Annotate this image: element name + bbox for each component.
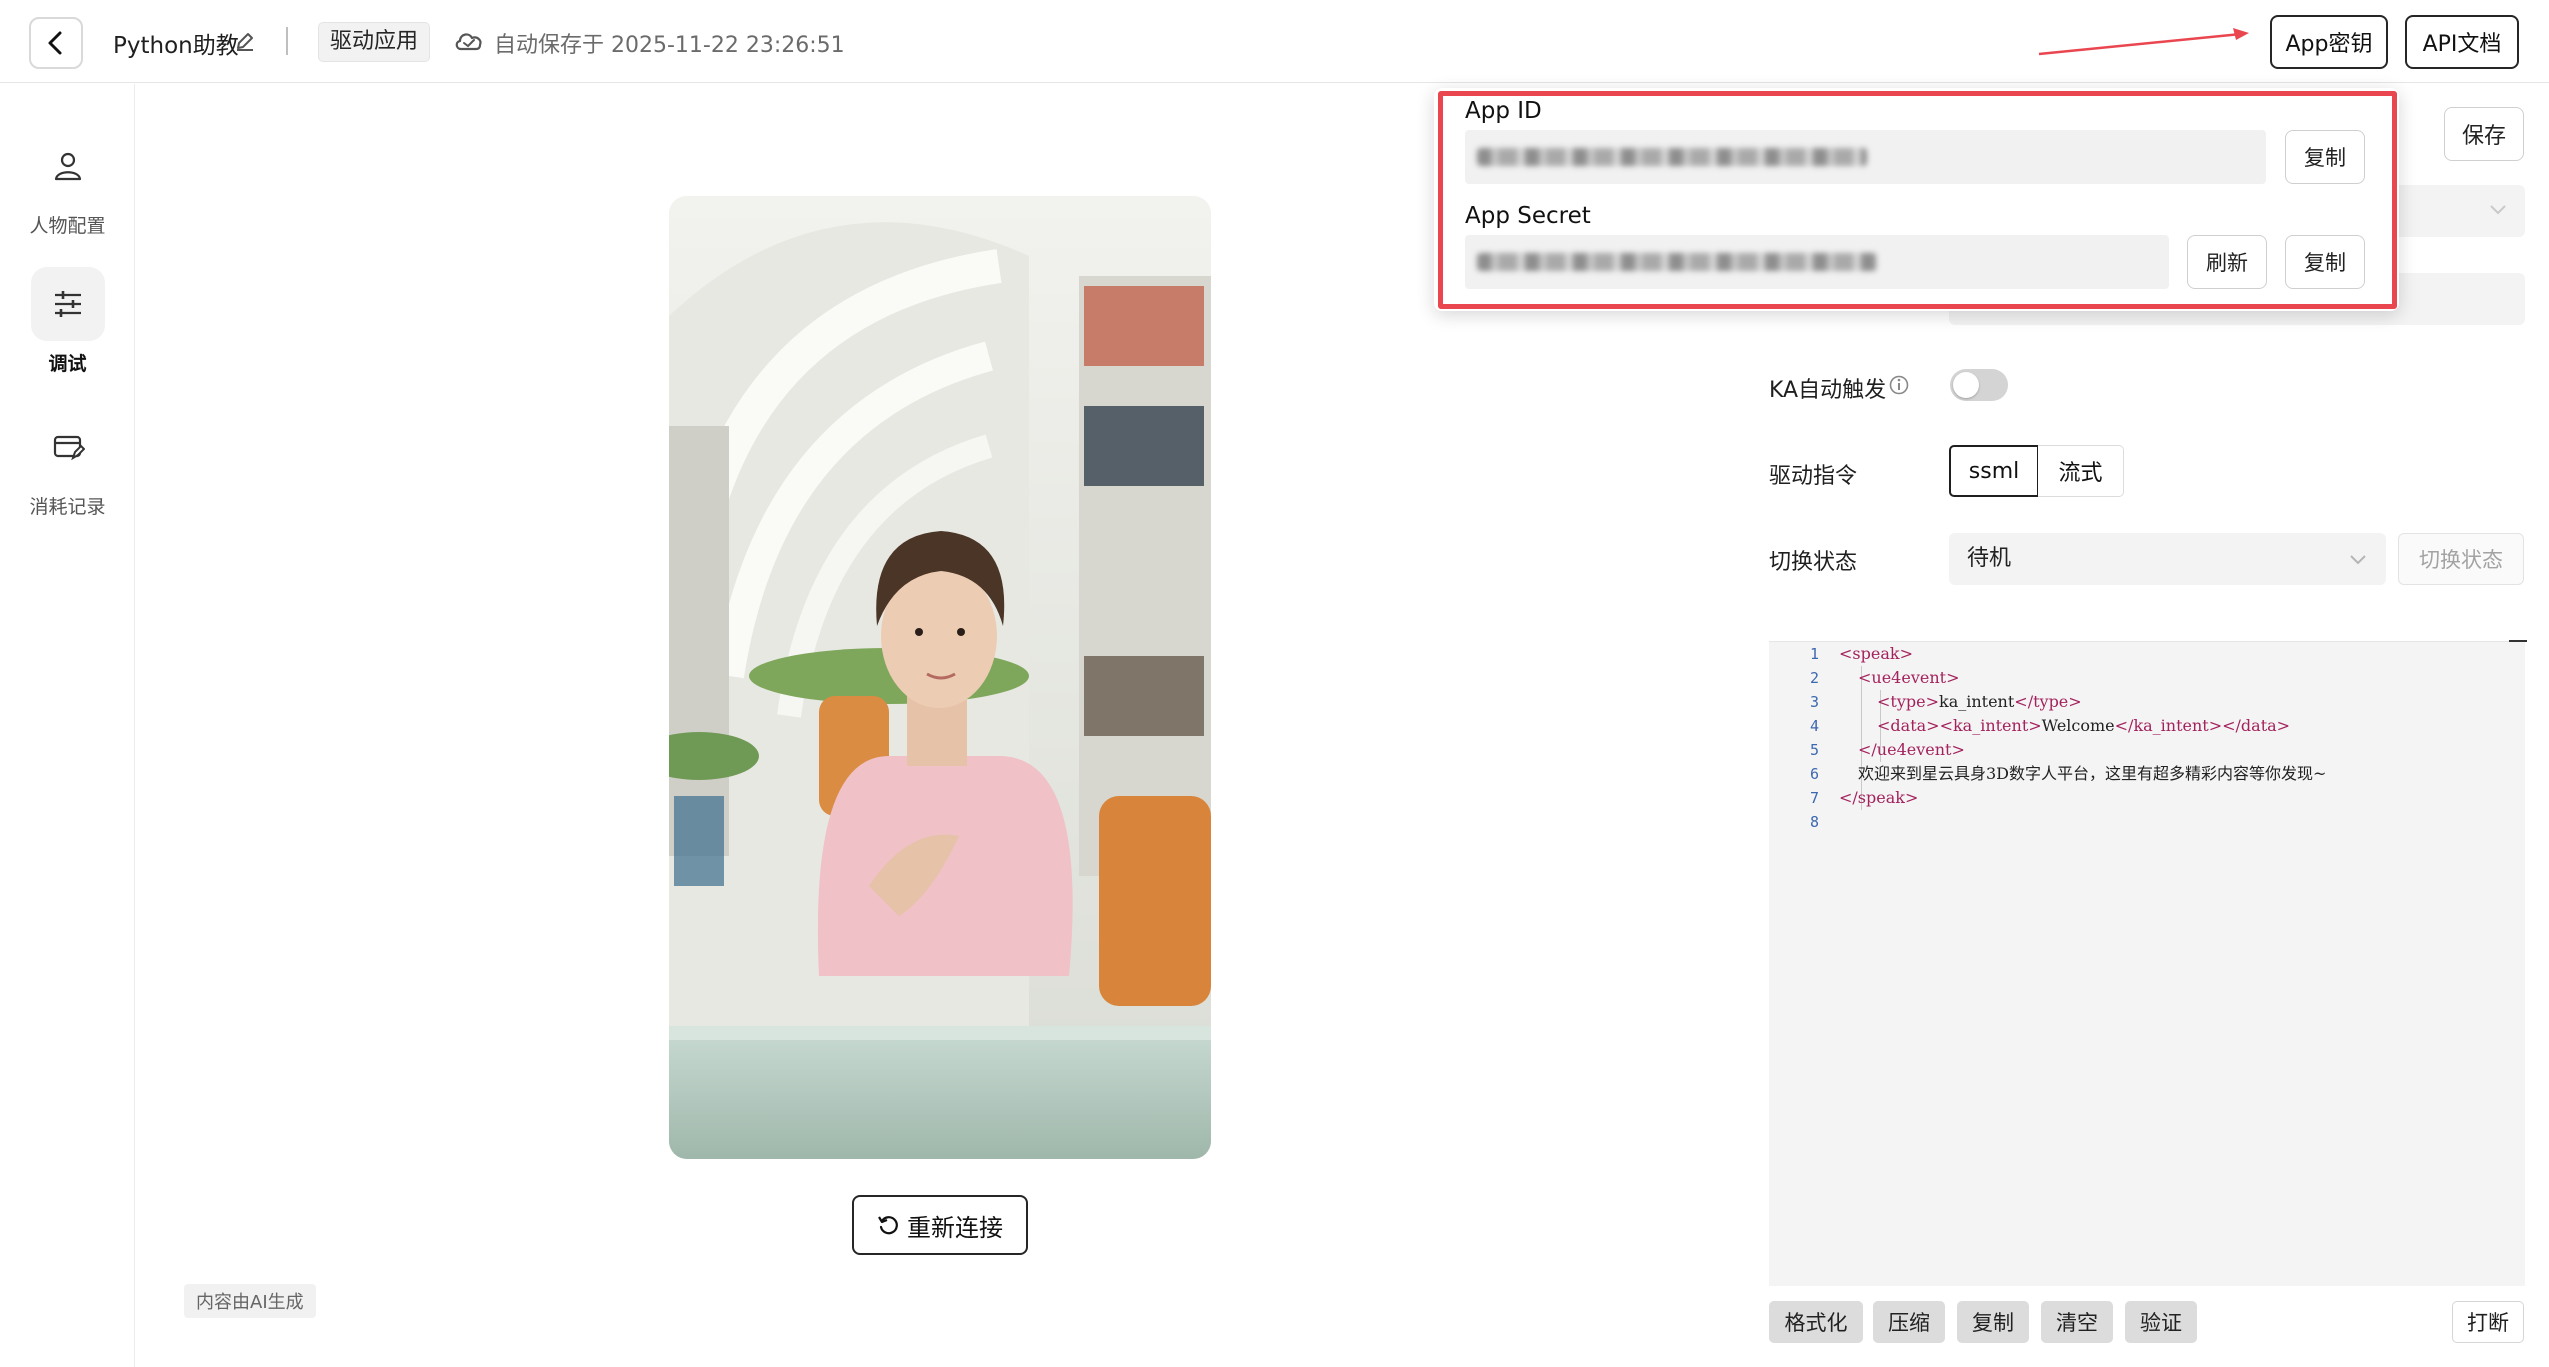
xml-text: 欢迎来到星云具身3D数字人平台，这里有超多精彩内容等你发现~	[1858, 764, 2327, 783]
code-content: <speak>	[1839, 642, 1913, 666]
line-number: 6	[1809, 765, 1819, 783]
switch-state-label: 切换状态	[1769, 550, 1858, 575]
sliders-icon	[54, 291, 81, 317]
sidebar-item-usage-records[interactable]: 消耗记录	[0, 410, 135, 519]
edit-name-icon[interactable]	[234, 30, 256, 56]
state-select[interactable]: 待机	[1949, 533, 2386, 585]
avatar-video-preview	[669, 196, 1211, 1159]
sidebar: 人物配置 调试 消耗记录	[0, 84, 135, 1367]
line-number: 3	[1809, 693, 1819, 711]
xml-tag: </ka_intent></data>	[2114, 716, 2291, 735]
ssml-code-editor[interactable]: 1 <speak> 2 <ue4event> 3 <type>ka_intent</typ…	[1769, 640, 2527, 1286]
compress-button[interactable]: 压缩	[1873, 1301, 1945, 1343]
top-bar: Python助教 驱动应用 自动保存于 2025-11-22 23:26:51 …	[0, 0, 2549, 83]
xml-tag: </ue4event>	[1858, 740, 1965, 759]
drive-command-label: 驱动指令	[1769, 464, 1858, 489]
avatar-scene-image	[669, 196, 1211, 1159]
chevron-down-icon	[2350, 555, 2366, 565]
line-number: 1	[1809, 645, 1819, 663]
code-line: 2 <ue4event>	[1769, 666, 2525, 690]
ai-generated-note: 内容由AI生成	[184, 1284, 316, 1318]
switch-state-button[interactable]: 切换状态	[2398, 533, 2524, 585]
xml-tag: <data><ka_intent>	[1877, 716, 2042, 735]
line-number: 2	[1809, 669, 1819, 687]
drive-option-ssml[interactable]: ssml	[1949, 445, 2039, 497]
person-icon	[54, 152, 81, 181]
xml-text: Welcome	[2041, 716, 2115, 735]
app-secret-field[interactable]	[1465, 235, 2169, 289]
code-content: <data><ka_intent>Welcome</ka_intent></da…	[1877, 714, 2290, 738]
code-line: 7 </speak>	[1769, 786, 2525, 810]
reconnect-button[interactable]: 重新连接	[852, 1195, 1028, 1255]
code-line: 1 <speak>	[1769, 642, 2525, 666]
reconnect-label: 重新连接	[907, 1213, 1003, 1242]
app-id-field[interactable]	[1465, 130, 2266, 184]
format-button[interactable]: 格式化	[1769, 1301, 1863, 1343]
clear-button[interactable]: 清空	[2041, 1301, 2113, 1343]
redacted-value	[1477, 253, 1877, 271]
drive-option-stream[interactable]: 流式	[2038, 445, 2124, 497]
line-number: 5	[1809, 741, 1819, 759]
validate-button[interactable]: 验证	[2125, 1301, 2197, 1343]
code-line: 5 </ue4event>	[1769, 738, 2525, 762]
autosave-status: 自动保存于 2025-11-22 23:26:51	[494, 33, 845, 58]
line-number: 7	[1809, 789, 1819, 807]
cloud-sync-icon	[453, 28, 485, 58]
code-content: </ue4event>	[1858, 738, 1965, 762]
sidebar-item-debug[interactable]: 调试	[0, 267, 135, 376]
code-content: </speak>	[1839, 786, 1918, 810]
info-icon[interactable]	[1888, 374, 1910, 396]
app-secret-label: App Secret	[1465, 203, 1591, 229]
sidebar-item-character-config[interactable]: 人物配置	[0, 129, 135, 238]
code-line: 4 <data><ka_intent>Welcome</ka_intent></d…	[1769, 714, 2525, 738]
app-key-popover: App ID 复制 App Secret 刷新 复制	[1434, 88, 2399, 311]
code-line: 3 <type>ka_intent</type>	[1769, 690, 2525, 714]
refresh-secret-button[interactable]: 刷新	[2187, 235, 2267, 289]
code-line: 8	[1769, 810, 2525, 834]
sidebar-item-label: 消耗记录	[29, 496, 106, 518]
sidebar-item-label: 人物配置	[29, 215, 106, 237]
card-edit-icon	[53, 435, 85, 461]
toggle-knob	[1953, 372, 1979, 398]
xml-tag: </type>	[2014, 692, 2082, 711]
back-button[interactable]	[29, 17, 83, 69]
code-content: <type>ka_intent</type>	[1877, 690, 2082, 714]
copy-app-secret-button[interactable]: 复制	[2285, 235, 2365, 289]
xml-text: ka_intent	[1939, 692, 2015, 711]
app-type-tag: 驱动应用	[318, 22, 431, 62]
code-content: <ue4event>	[1858, 666, 1959, 690]
ka-auto-trigger-toggle[interactable]	[1950, 369, 2008, 401]
code-line: 6 欢迎来到星云具身3D数字人平台，这里有超多精彩内容等你发现~	[1769, 762, 2525, 786]
line-number: 4	[1809, 717, 1819, 735]
copy-app-id-button[interactable]: 复制	[2285, 130, 2365, 184]
xml-tag: <ue4event>	[1858, 668, 1960, 687]
save-button[interactable]: 保存	[2444, 107, 2524, 161]
app-key-button[interactable]: App密钥	[2270, 15, 2388, 69]
sidebar-item-label: 调试	[48, 353, 87, 375]
xml-tag: <type>	[1877, 692, 1939, 711]
copy-code-button[interactable]: 复制	[1957, 1301, 2029, 1343]
api-doc-button[interactable]: API文档	[2405, 15, 2519, 69]
ka-auto-trigger-label: KA自动触发	[1769, 378, 1887, 403]
line-number: 8	[1809, 813, 1819, 831]
xml-tag: </speak>	[1839, 788, 1919, 807]
chevron-left-icon	[48, 31, 62, 55]
interrupt-button[interactable]: 打断	[2452, 1301, 2524, 1343]
state-select-value: 待机	[1967, 546, 2012, 571]
refresh-icon	[878, 1216, 898, 1235]
redacted-value	[1477, 148, 1867, 166]
xml-tag: <speak>	[1839, 644, 1913, 663]
app-name: Python助教	[113, 33, 239, 59]
annotation-arrow	[2038, 28, 2249, 56]
code-content: 欢迎来到星云具身3D数字人平台，这里有超多精彩内容等你发现~	[1858, 762, 2326, 786]
app-id-label: App ID	[1465, 98, 1542, 124]
chevron-down-icon	[2490, 205, 2506, 215]
header-divider	[286, 27, 288, 55]
